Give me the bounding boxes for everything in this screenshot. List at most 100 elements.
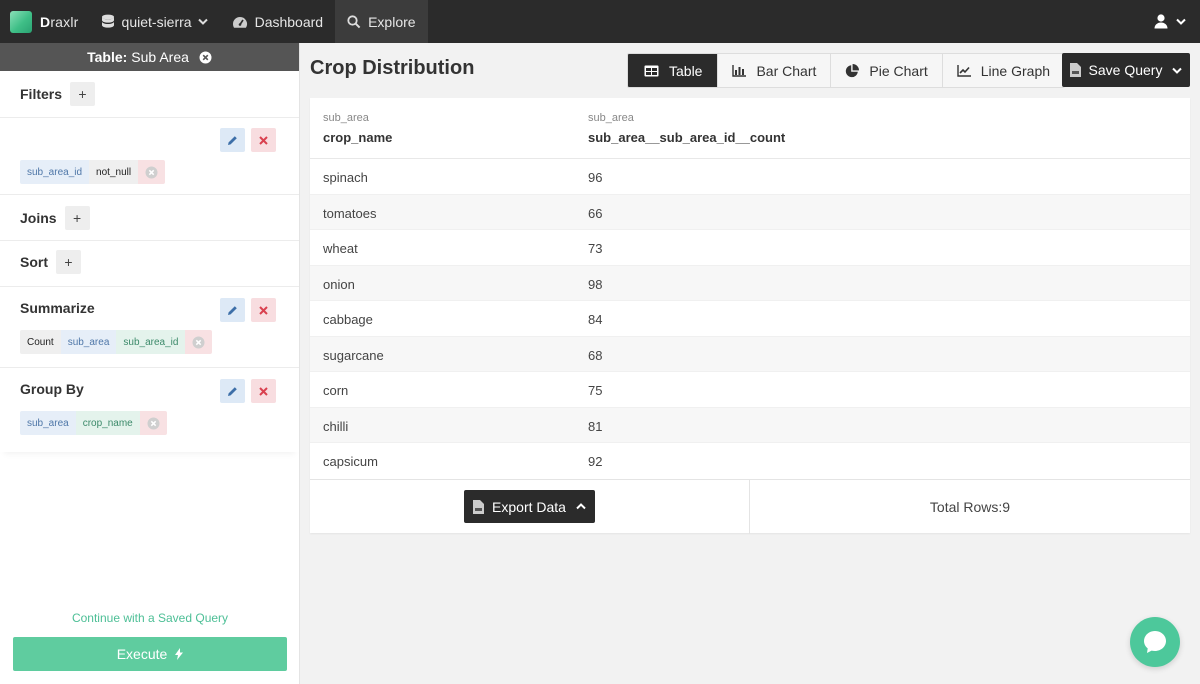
cell-crop-name: tomatoes xyxy=(323,205,377,221)
brand[interactable]: Draxlr xyxy=(0,0,89,43)
pie-chart-icon xyxy=(846,63,860,77)
cell-crop-name: wheat xyxy=(323,241,358,256)
table-row: wheat 73 xyxy=(310,230,1190,266)
pencil-icon xyxy=(228,135,237,145)
remove-group-by-chip[interactable] xyxy=(139,411,167,435)
cell-count: 96 xyxy=(588,170,603,185)
delete-summarize-button[interactable] xyxy=(251,298,276,322)
cell-count: 98 xyxy=(588,276,603,292)
cell-crop-name: capsicum xyxy=(323,454,378,469)
column-header-crop-name[interactable]: sub_area crop_name xyxy=(323,112,392,145)
table-row: tomatoes 66 xyxy=(310,194,1190,230)
continue-saved-query-link[interactable]: Continue with a Saved Query xyxy=(0,611,300,625)
cell-crop-name: chilli xyxy=(323,418,349,434)
view-switcher: Table Bar Chart Pie Chart Line Graph xyxy=(627,53,1066,88)
table-row: corn 75 xyxy=(310,372,1190,408)
column-name-label: crop_name xyxy=(323,130,393,145)
file-icon xyxy=(1069,63,1081,77)
execute-button[interactable]: Execute xyxy=(13,637,287,671)
nav-explore-label: Explore xyxy=(368,13,416,30)
cell-count: 66 xyxy=(588,205,603,221)
tab-table-label: Table xyxy=(669,62,703,79)
tab-line-graph-label: Line Graph xyxy=(980,62,1051,79)
user-icon xyxy=(1154,14,1168,29)
tab-bar-chart-label: Bar Chart xyxy=(756,62,817,79)
page-title: Crop Distribution xyxy=(310,57,475,79)
edit-summarize-button[interactable] xyxy=(220,298,245,322)
table-prefix: Table: xyxy=(87,49,128,65)
filters-title-section: Filters + xyxy=(0,71,299,118)
execute-label: Execute xyxy=(116,646,168,662)
close-circle-icon xyxy=(145,166,158,178)
delete-filter-button[interactable] xyxy=(251,128,276,152)
cell-count: 75 xyxy=(588,383,603,398)
cell-crop-name: spinach xyxy=(323,170,368,185)
close-circle-icon xyxy=(147,417,160,429)
summarize-title: Summarize xyxy=(20,300,95,316)
user-menu[interactable] xyxy=(1140,0,1200,43)
close-icon xyxy=(259,135,268,145)
results-card: sub_area crop_name sub_area sub_area__su… xyxy=(310,98,1190,534)
chevron-down-icon xyxy=(1176,18,1186,25)
remove-filter-chip[interactable] xyxy=(138,160,166,184)
save-query-label: Save Query xyxy=(1088,62,1163,78)
column-name-label: sub_area__sub_area_id__count xyxy=(588,130,786,145)
gauge-icon xyxy=(232,16,247,28)
cell-crop-name: corn xyxy=(323,383,349,398)
table-row: cabbage 84 xyxy=(310,301,1190,337)
table-row: spinach 96 xyxy=(310,159,1190,195)
cell-count: 73 xyxy=(588,241,603,256)
cell-count: 84 xyxy=(588,312,603,327)
delete-group-by-button[interactable] xyxy=(251,379,276,403)
table-footer: Export Data Total Rows:9 xyxy=(310,479,1190,534)
query-builder-sidebar: Table: Sub Area Filters + sub_area_id no… xyxy=(0,43,300,684)
column-header-count[interactable]: sub_area sub_area__sub_area_id__count xyxy=(588,112,785,145)
nav-explore[interactable]: Explore xyxy=(335,0,428,43)
filter-item-section: sub_area_id not_null xyxy=(0,118,299,195)
add-join-button[interactable]: + xyxy=(64,206,90,230)
chat-widget-button[interactable] xyxy=(1130,617,1180,667)
table-icon xyxy=(644,65,659,76)
pencil-icon xyxy=(228,386,237,396)
search-icon xyxy=(347,14,361,28)
tab-line-graph[interactable]: Line Graph xyxy=(941,54,1064,87)
chevron-down-icon xyxy=(1172,67,1183,74)
filter-operator-chip: not_null xyxy=(89,160,139,184)
cell-crop-name: onion xyxy=(323,276,355,292)
export-data-label: Export Data xyxy=(492,498,566,515)
bar-chart-icon xyxy=(732,64,747,77)
aggregate-chip: Count xyxy=(20,330,61,354)
sort-section: Sort + xyxy=(0,241,299,287)
filters-title: Filters xyxy=(20,86,63,102)
joins-section: Joins + xyxy=(0,195,299,241)
group-by-column-chip: crop_name xyxy=(75,411,140,435)
cell-crop-name: sugarcane xyxy=(323,347,384,363)
lightning-icon xyxy=(175,648,184,660)
table-row: capsicum 92 xyxy=(310,443,1190,479)
tab-pie-chart[interactable]: Pie Chart xyxy=(830,54,941,87)
table-name: Sub Area xyxy=(131,49,189,65)
filter-column-chip: sub_area_id xyxy=(20,160,90,184)
tab-table[interactable]: Table xyxy=(628,54,718,87)
nav-dashboard[interactable]: Dashboard xyxy=(220,0,336,43)
close-icon xyxy=(259,305,268,315)
group-by-title: Group By xyxy=(20,381,84,397)
nav-dashboard-label: Dashboard xyxy=(254,13,324,30)
remove-summarize-chip[interactable] xyxy=(185,330,213,354)
filter-chip: sub_area_id not_null xyxy=(20,160,166,184)
edit-group-by-button[interactable] xyxy=(220,379,245,403)
add-sort-button[interactable]: + xyxy=(56,250,81,274)
chevron-down-icon xyxy=(197,18,208,25)
export-data-button[interactable]: Export Data xyxy=(464,490,595,523)
edit-filter-button[interactable] xyxy=(220,128,245,152)
tab-bar-chart[interactable]: Bar Chart xyxy=(717,54,830,87)
cell-count: 81 xyxy=(588,418,603,434)
table-row: chilli 81 xyxy=(310,407,1190,443)
clear-table-icon[interactable] xyxy=(199,51,212,64)
add-filter-button[interactable]: + xyxy=(70,82,96,106)
save-query-button[interactable]: Save Query xyxy=(1062,53,1190,87)
database-icon xyxy=(101,14,114,28)
database-selector[interactable]: quiet-sierra xyxy=(89,0,220,43)
tab-pie-chart-label: Pie Chart xyxy=(869,62,928,79)
cell-count: 92 xyxy=(588,454,603,469)
